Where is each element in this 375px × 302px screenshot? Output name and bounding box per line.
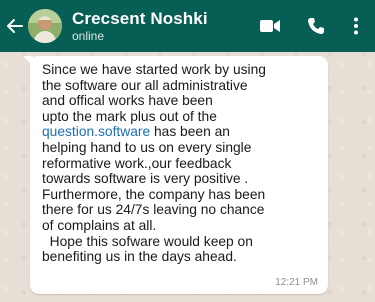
message-line: upto the mark plus out of the <box>42 108 217 124</box>
back-button[interactable] <box>4 0 26 52</box>
message-timestamp: 12:21 PM <box>275 277 318 288</box>
more-options-icon <box>354 17 358 35</box>
bubble-tail <box>23 56 33 66</box>
message-line: there for us 24/7s leaving no chance <box>42 202 265 218</box>
back-arrow-icon <box>7 19 23 33</box>
avatar-image <box>28 9 62 43</box>
contact-name: Crecsent Noshki <box>72 8 208 28</box>
message-line: Hope this sofware would keep on <box>42 233 253 249</box>
question-software-link[interactable]: question.software <box>42 124 150 139</box>
message-line-rest: has been an <box>150 124 230 140</box>
message-line: Furthermore, the company has been <box>42 186 266 202</box>
message-line: Since we have started work by using <box>42 62 266 77</box>
contact-status: online <box>72 28 105 43</box>
phone-call-icon <box>308 18 324 34</box>
avatar[interactable] <box>28 9 62 43</box>
video-call-button[interactable] <box>255 0 285 52</box>
voice-call-button[interactable] <box>301 0 331 52</box>
message-line: of complains at all. <box>42 217 157 233</box>
message-line: reformative work.,our feedback <box>42 155 232 171</box>
message-line: the software our all administrative <box>42 77 248 93</box>
message-line: towards software is very positive . <box>42 171 249 187</box>
more-options-button[interactable] <box>345 0 367 52</box>
message-line-with-link: question.software has been an <box>42 124 320 140</box>
message-line: benefiting us in the days ahead. <box>42 249 237 265</box>
message-text: Since we have started work by using the … <box>42 62 320 265</box>
video-call-icon <box>260 20 280 32</box>
chat-header: Crecsent Noshki online <box>0 0 375 52</box>
message-line: helping hand to us on every single <box>42 139 252 155</box>
message-bubble[interactable]: Since we have started work by using the … <box>23 56 328 294</box>
message-line: and offical works have been <box>42 93 213 109</box>
contact-info[interactable]: Crecsent Noshki online <box>72 0 255 52</box>
